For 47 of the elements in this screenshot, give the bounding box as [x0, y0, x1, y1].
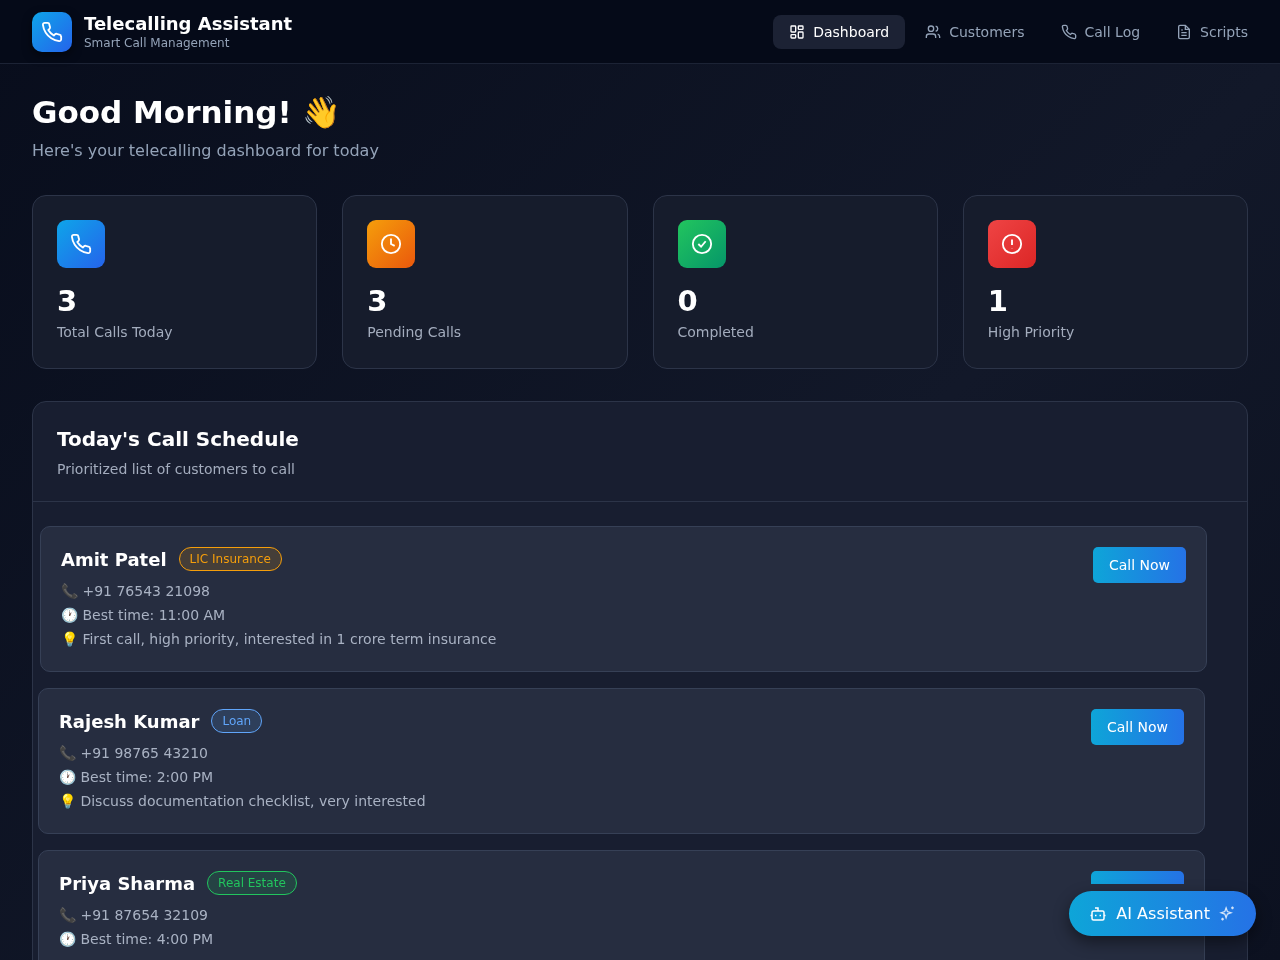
phone-number: 📞 +91 98765 43210	[59, 744, 209, 763]
phone-number: 📞 +91 87654 32109	[59, 906, 209, 925]
ai-assistant-button[interactable]: AI Assistant	[1069, 891, 1256, 936]
check-circle-icon	[690, 233, 713, 255]
call-note: 💡 Discuss documentation checklist, very interested	[59, 792, 426, 811]
call-button[interactable]	[1091, 871, 1184, 884]
phone-icon	[41, 20, 63, 43]
customer-name: Rajesh Kumar	[59, 710, 200, 732]
nav-tab[interactable]: Scripts	[1160, 14, 1264, 49]
app-title: Telecalling Assistant	[84, 13, 293, 34]
users-icon	[925, 23, 942, 40]
phone-icon	[1060, 23, 1077, 40]
stat-value: 3	[367, 284, 389, 318]
greeting-title: Good Morning! 👋	[32, 94, 343, 131]
customer-name: Amit Patel	[61, 548, 167, 570]
call-button[interactable]: Call Now	[1090, 709, 1184, 745]
best-time: 🕐 Best time: 11:00 AM	[61, 606, 227, 625]
sparkle-icon	[1219, 905, 1236, 922]
category-tag: Real Estate	[207, 871, 297, 895]
schedule-title: Today's Call Schedule	[57, 427, 300, 451]
stat-value: 0	[677, 284, 699, 318]
call-note: 💡 First call, high priority, interested in 1 crore term insurance	[61, 630, 497, 649]
stat-label: Total Calls Today	[57, 324, 174, 340]
phone-icon	[70, 233, 92, 255]
schedule-subtitle: Prioritized list of customers to call	[57, 461, 296, 477]
best-time: 🕐 Best time: 4:00 PM	[59, 930, 215, 949]
stat-value: 3	[57, 284, 79, 318]
stat-label: Pending Calls	[367, 324, 463, 340]
category-tag: Loan	[211, 709, 263, 733]
category-tag: LIC Insurance	[178, 547, 282, 571]
nav-tab[interactable]: Customers	[909, 14, 1041, 49]
stat-label: Completed	[677, 324, 755, 340]
phone-number: 📞 +91 76543 21098	[61, 582, 211, 601]
customer-name: Priya Sharma	[59, 872, 196, 894]
alert-icon	[1000, 233, 1023, 255]
stat-value: 1	[987, 284, 1009, 318]
nav-tab[interactable]: Dashboard	[773, 14, 906, 49]
best-time: 🕐 Best time: 2:00 PM	[59, 768, 215, 787]
stat-label: High Priority	[987, 324, 1076, 340]
app-subtitle: Smart Call Management	[84, 36, 231, 50]
greeting-subtitle: Here's your telecalling dashboard for today	[32, 141, 380, 160]
robot-icon	[1089, 904, 1108, 923]
clock-icon	[380, 233, 403, 255]
nav-tab[interactable]: Call Log	[1044, 14, 1157, 49]
document-icon	[1176, 23, 1193, 40]
call-button[interactable]: Call Now	[1092, 547, 1186, 583]
dashboard-icon	[789, 23, 806, 40]
